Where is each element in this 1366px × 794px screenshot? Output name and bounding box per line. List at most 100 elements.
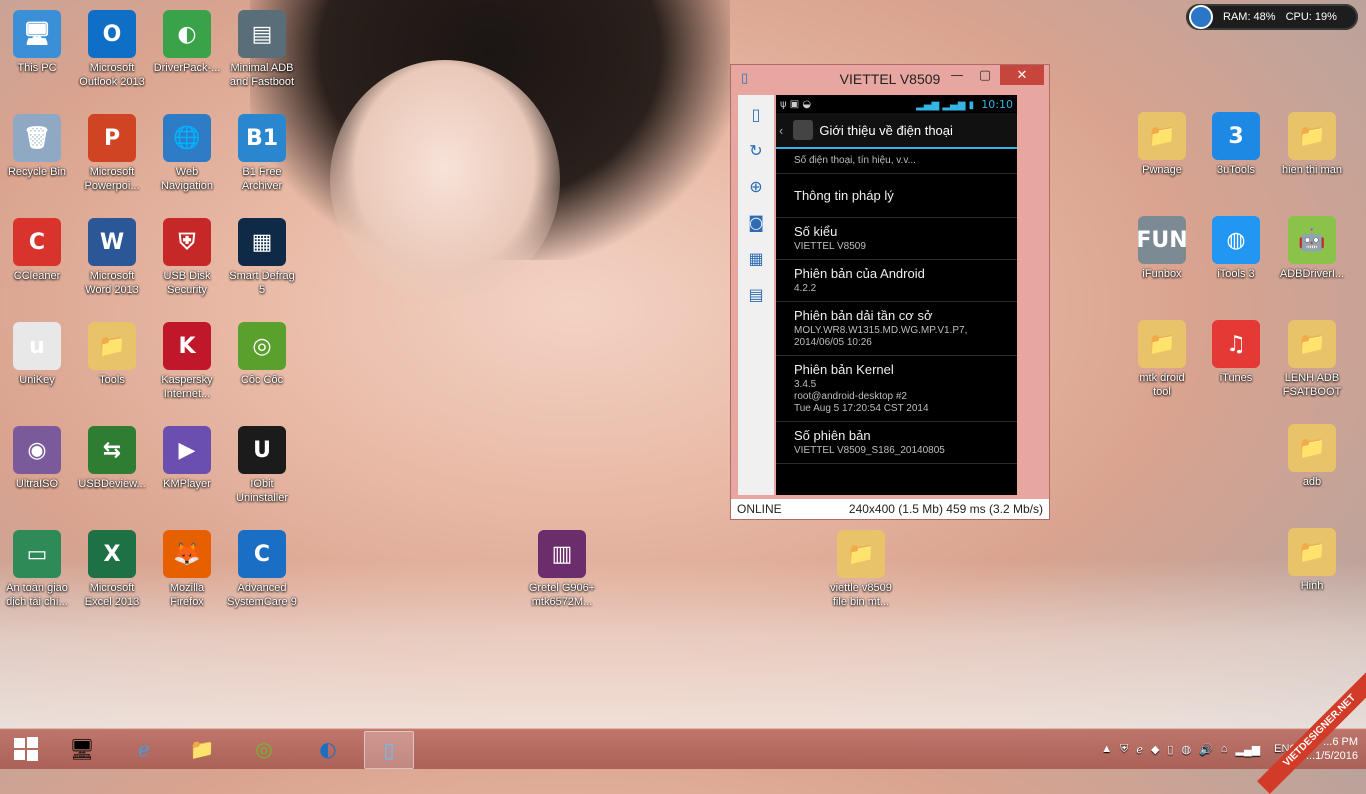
maximize-button[interactable]: ▢ xyxy=(971,65,999,85)
taskbar-phone-mirror[interactable]: ▯ xyxy=(364,731,414,769)
tray-signal-icon[interactable]: ▂▄▆ xyxy=(1235,743,1260,756)
back-chevron-icon[interactable]: ‹ xyxy=(779,123,783,138)
desktop-icon[interactable]: 🖥 This PC xyxy=(0,10,75,75)
desktop-icon[interactable]: ◐ DriverPack-... xyxy=(149,10,225,75)
desktop-icon[interactable]: ♫ iTunes xyxy=(1198,320,1274,385)
disc-icon: ◉ xyxy=(13,426,61,474)
shield-icon: ⛨ xyxy=(163,218,211,266)
usb-icon: ⇆ xyxy=(88,426,136,474)
taskbar-systemcare-icon[interactable]: ◐ xyxy=(304,731,352,767)
desktop-icon[interactable]: 🗑 Recycle Bin xyxy=(0,114,75,179)
desktop-icon[interactable]: X Microsoft Excel 2013 xyxy=(74,530,150,609)
phone-icon[interactable]: ▯ xyxy=(743,101,769,127)
desktop-icon[interactable]: P Microsoft Powerpoi... xyxy=(74,114,150,193)
phone-time: 10:10 xyxy=(981,97,1013,111)
tray-mic-icon[interactable]: ◍ xyxy=(1181,743,1191,756)
desktop-icon[interactable]: 📁 Hinh xyxy=(1274,528,1350,593)
tray-shield-icon[interactable]: ◆ xyxy=(1151,743,1159,756)
about-phone-item[interactable]: Phiên bản dải tần cơ sở MOLY.WR8.W1315.MD… xyxy=(776,302,1017,356)
tray-volume-icon[interactable]: 🔊 xyxy=(1199,743,1213,756)
desktop-icon[interactable]: u UniKey xyxy=(0,322,75,387)
desktop-icon[interactable]: 3 3uTools xyxy=(1198,112,1274,177)
3utools-icon: 3 xyxy=(1212,112,1260,160)
desktop-icon[interactable]: C Advanced SystemCare 9 xyxy=(224,530,300,609)
about-phone-item[interactable]: Số phiên bản VIETTEL V8509_S186_20140805 xyxy=(776,422,1017,464)
android-action-bar[interactable]: ‹ Giới thiệu về điện thoại xyxy=(776,113,1017,149)
signal-icon: ▂▄▆ ▂▄▆ ▮ xyxy=(916,99,975,111)
camera-icon[interactable]: ◙ xyxy=(743,209,769,235)
desktop-icon[interactable]: K Kaspersky Internet... xyxy=(149,322,225,401)
desktop-icon[interactable]: ◎ Cốc Cốc xyxy=(224,322,300,387)
video-icon[interactable]: ▦ xyxy=(743,245,769,271)
tray-ie-icon[interactable]: ℯ xyxy=(1136,743,1143,756)
itunes-icon: ♫ xyxy=(1212,320,1260,368)
desktop-icon[interactable]: 🦊 Mozilla Firefox xyxy=(149,530,225,609)
desktop-icon-label: CCleaner xyxy=(13,270,61,282)
taskbar-computer-app[interactable]: 🖥 xyxy=(58,731,106,767)
firefox-icon: 🦊 xyxy=(163,530,211,578)
system-monitor-widget[interactable]: RAM: 48% CPU: 19% xyxy=(1186,4,1358,30)
desktop-icon[interactable]: 📁 hien thi man xyxy=(1274,112,1350,177)
desktop-icon[interactable]: ▭ An toàn giao dịch tài chí... xyxy=(0,530,75,609)
tray-network-icon[interactable]: ⌂ xyxy=(1221,743,1228,755)
folder-icon: 📁 xyxy=(837,530,885,578)
kmplayer-icon: ▶ xyxy=(163,426,211,474)
card-icon: ▭ xyxy=(13,530,61,578)
folder-icon: 📁 xyxy=(88,322,136,370)
about-phone-item[interactable]: Số điện thoại, tín hiệu, v.v... xyxy=(776,149,1017,174)
about-phone-item[interactable]: Số kiểu VIETTEL V8509 xyxy=(776,218,1017,260)
about-phone-item[interactable]: Phiên bản Kernel 3.4.5 root@android-deskt… xyxy=(776,356,1017,422)
desktop-icon-label: Advanced SystemCare 9 xyxy=(227,582,297,608)
tray-phone-icon[interactable]: ▯ xyxy=(1167,743,1173,756)
folder-icon: 📁 xyxy=(1138,112,1186,160)
phone-screen[interactable]: ψ ▣ ◒ ▂▄▆ ▂▄▆ ▮ 10:10 ‹ Giới thiệu về đi… xyxy=(776,95,1017,495)
desktop-icon[interactable]: U IObit Uninstaller xyxy=(224,426,300,505)
desktop-icon[interactable]: 📁 mtk droid tool xyxy=(1124,320,1200,399)
desktop-icon[interactable]: C CCleaner xyxy=(0,218,75,283)
desktop-icon[interactable]: ⛨ USB Disk Security xyxy=(149,218,225,297)
about-phone-item[interactable]: Thông tin pháp lý xyxy=(776,174,1017,218)
desktop-icon[interactable]: ▥ Gretel G906+ mtk6572M... xyxy=(524,530,600,609)
desktop-icon[interactable]: 📁 Tools xyxy=(74,322,150,387)
desktop-icon[interactable]: 📁 viettle v8509 file bin mt... xyxy=(823,530,899,609)
desktop-icon[interactable]: FUN iFunbox xyxy=(1124,216,1200,281)
start-button[interactable] xyxy=(6,733,46,765)
document-icon[interactable]: ▤ xyxy=(743,281,769,307)
stream-stats: 240x400 (1.5 Mb) 459 ms (3.2 Mb/s) xyxy=(848,502,1043,516)
desktop-icon[interactable]: ◉ UltraISO xyxy=(0,426,75,491)
minimize-button[interactable]: — xyxy=(943,65,971,85)
ccleaner-icon: C xyxy=(13,218,61,266)
desktop-icon[interactable]: 📁 adb xyxy=(1274,424,1350,489)
desktop-icon[interactable]: B1 B1 Free Archiver xyxy=(224,114,300,193)
desktop-icon[interactable]: O Microsoft Outlook 2013 xyxy=(74,10,150,89)
about-phone-item[interactable]: Phiên bản của Android 4.2.2 xyxy=(776,260,1017,302)
about-phone-list: Số điện thoại, tín hiệu, v.v... Thông tin… xyxy=(776,149,1017,464)
desktop-icon[interactable]: 📁 LENH ADB FSATBOOT xyxy=(1274,320,1350,399)
coccoc-icon: ◎ xyxy=(238,322,286,370)
taskbar-ie-icon[interactable]: ℯ xyxy=(120,731,168,767)
desktop-icon[interactable]: 🤖 ADBDriverI... xyxy=(1274,216,1350,281)
desktop-icon[interactable]: 🌐 Web Navigation xyxy=(149,114,225,193)
desktop-icon[interactable]: ▶ KMPlayer xyxy=(149,426,225,491)
excel-icon: X xyxy=(88,530,136,578)
zoom-in-icon[interactable]: ⊕ xyxy=(743,173,769,199)
folder-icon: 📁 xyxy=(1288,424,1336,472)
window-titlebar[interactable]: ▯ VIETTEL V8509 — ▢ ✕ xyxy=(731,65,1049,93)
desktop-icon[interactable]: ▤ Minimal ADB and Fastboot xyxy=(224,10,300,89)
desktop-icon[interactable]: W Microsoft Word 2013 xyxy=(74,218,150,297)
desktop-icon-label: Microsoft Word 2013 xyxy=(85,270,139,296)
connection-status: ONLINE xyxy=(737,502,782,516)
tray-security-icon[interactable]: ⛨ xyxy=(1120,743,1128,756)
taskbar-explorer-icon[interactable]: 📁 xyxy=(178,731,226,767)
taskbar-coccoc-icon[interactable]: ◎ xyxy=(240,731,288,767)
close-button[interactable]: ✕ xyxy=(1000,65,1044,85)
tray-expand-icon[interactable]: ▲ xyxy=(1101,743,1112,755)
rotate-icon[interactable]: ↻ xyxy=(743,137,769,163)
iobit-icon: U xyxy=(238,426,286,474)
desktop-icon[interactable]: ⇆ USBDeview... xyxy=(74,426,150,491)
ram-usage: RAM: 48% xyxy=(1223,11,1276,23)
desktop-icon[interactable]: ▦ Smart Defrag 5 xyxy=(224,218,300,297)
desktop-icon[interactable]: ◍ iTools 3 xyxy=(1198,216,1274,281)
desktop-icon[interactable]: 📁 Pwnage xyxy=(1124,112,1200,177)
desktop-icon-label: mtk droid tool xyxy=(1139,372,1185,398)
